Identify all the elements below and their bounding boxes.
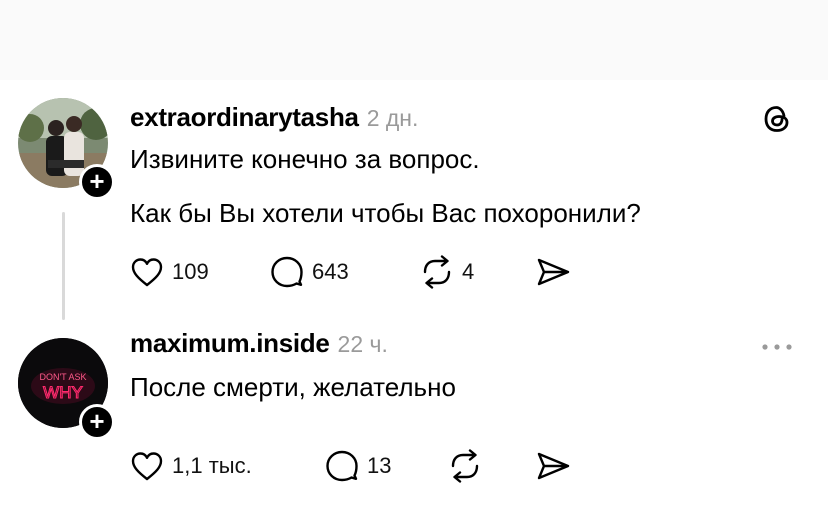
- username[interactable]: maximum.inside: [130, 328, 330, 358]
- comment-icon: [326, 450, 358, 482]
- post-text: После смерти, желательно: [130, 366, 456, 408]
- repost-button[interactable]: 4: [420, 254, 474, 290]
- reply-button[interactable]: 13: [325, 448, 391, 484]
- post-item: + extraordinarytasha 2 дн. Извините конеч…: [0, 80, 828, 320]
- post-text: Извините конечно за вопрос. Как бы Вы хо…: [130, 138, 641, 234]
- repost-icon: [423, 255, 451, 289]
- follow-button[interactable]: +: [79, 164, 115, 200]
- more-icon[interactable]: [760, 342, 794, 352]
- post-item: DON'T ASK WHY + maximum.inside 22 ч. Посл…: [0, 320, 828, 511]
- post-header: maximum.inside 22 ч.: [130, 328, 388, 359]
- avatar-neon-line: DON'T ASK: [39, 372, 86, 382]
- post-text-line: Как бы Вы хотели чтобы Вас похоронили?: [130, 198, 641, 228]
- repost-button[interactable]: [448, 448, 482, 484]
- post-time: 2 дн.: [366, 105, 419, 131]
- share-button[interactable]: [535, 254, 571, 290]
- threads-logo-icon: [764, 106, 789, 132]
- thread-view: + extraordinarytasha 2 дн. Извините конеч…: [0, 80, 828, 511]
- post-text-line: После смерти, желательно: [130, 372, 456, 402]
- repost-icon: [451, 449, 479, 483]
- reply-button[interactable]: 643: [270, 254, 349, 290]
- reply-count: 13: [367, 453, 392, 478]
- send-icon: [537, 258, 570, 286]
- reply-count: 643: [312, 259, 349, 284]
- like-count: 1,1 тыс.: [172, 453, 252, 478]
- post-text-line: Извините конечно за вопрос.: [130, 144, 480, 174]
- send-icon: [537, 452, 570, 480]
- repost-count: 4: [462, 259, 475, 284]
- comment-icon: [271, 256, 303, 288]
- follow-button[interactable]: +: [79, 404, 115, 440]
- share-button[interactable]: [535, 448, 571, 484]
- post-actions: 109 643 4: [130, 254, 630, 290]
- heart-icon: [131, 258, 163, 287]
- like-button[interactable]: 109: [130, 254, 209, 290]
- post-actions: 1,1 тыс. 13: [130, 448, 630, 484]
- heart-icon: [131, 452, 163, 481]
- post-header: extraordinarytasha 2 дн.: [130, 102, 418, 133]
- post-time: 22 ч.: [337, 331, 388, 357]
- thread-connector: [62, 212, 65, 320]
- like-count: 109: [172, 259, 209, 284]
- avatar-neon-line: WHY: [43, 383, 83, 402]
- like-button[interactable]: 1,1 тыс.: [130, 448, 252, 484]
- username[interactable]: extraordinarytasha: [130, 102, 359, 132]
